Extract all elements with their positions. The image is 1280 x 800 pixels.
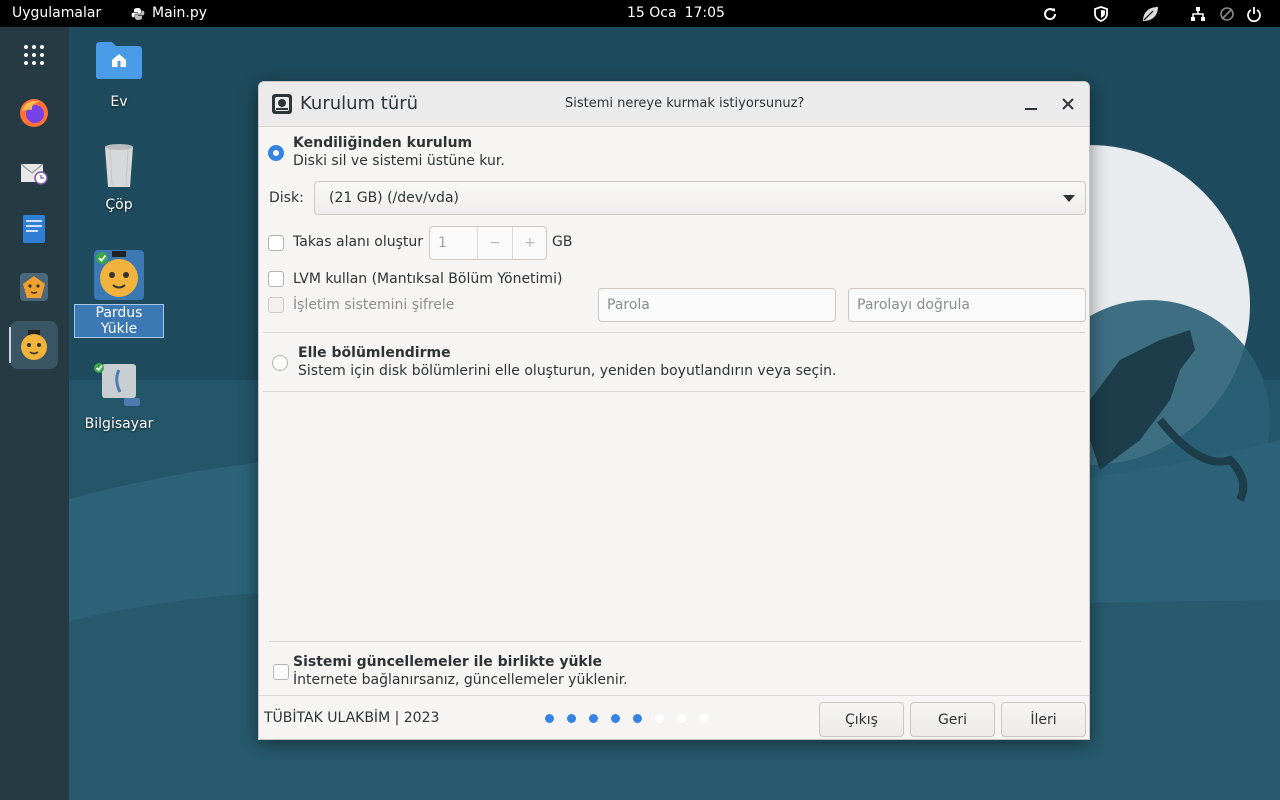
computer-icon bbox=[94, 362, 144, 412]
disk-dropdown-value: (21 GB) (/dev/vda) bbox=[329, 190, 459, 206]
python-icon bbox=[131, 7, 145, 20]
disk-label: Disk: bbox=[269, 190, 304, 206]
network-icon[interactable] bbox=[1189, 5, 1207, 23]
desktop-icon-computer[interactable]: Bilgisayar bbox=[74, 362, 164, 432]
firefox-icon[interactable] bbox=[10, 89, 58, 137]
section-divider bbox=[263, 391, 1085, 392]
lion-app-icon[interactable] bbox=[10, 263, 58, 311]
section-divider bbox=[269, 641, 1081, 642]
home-folder-icon bbox=[94, 40, 144, 90]
dock bbox=[0, 27, 69, 800]
swap-size-value: 1 bbox=[438, 235, 447, 251]
clock[interactable]: 15 Oca 17:05 bbox=[627, 0, 725, 27]
section-divider bbox=[263, 332, 1085, 333]
install-updates-option[interactable]: Sistemi güncellemeler ile birlikte yükle… bbox=[293, 654, 628, 688]
text-editor-icon[interactable] bbox=[10, 205, 58, 253]
install-updates-checkbox[interactable] bbox=[273, 664, 289, 680]
encrypt-label: İşletim sistemini şifrele bbox=[293, 297, 455, 313]
lvm-label: LVM kullan (Mantıksal Bölüm Yönetimi) bbox=[293, 271, 563, 287]
swap-size-stepper[interactable]: 1 − + bbox=[429, 226, 547, 260]
volume-muted-icon[interactable] bbox=[1218, 5, 1236, 23]
installation-type-dialog: Kurulum türü Sistemi nereye kurmak istiy… bbox=[258, 81, 1090, 740]
minimize-button[interactable] bbox=[1019, 92, 1043, 116]
plus-icon: + bbox=[524, 235, 536, 251]
progress-dot-done bbox=[567, 714, 576, 723]
password-field[interactable] bbox=[598, 288, 836, 322]
swap-checkbox[interactable] bbox=[268, 235, 284, 251]
manual-partition-radio[interactable] bbox=[272, 355, 288, 371]
minus-icon: − bbox=[489, 235, 501, 251]
swap-label: Takas alanı oluştur bbox=[293, 234, 423, 250]
next-button[interactable]: İleri bbox=[1001, 702, 1086, 737]
swap-decrease-button[interactable]: − bbox=[477, 227, 512, 259]
active-app-label: Main.py bbox=[152, 5, 208, 21]
leaf-icon[interactable] bbox=[1141, 5, 1159, 23]
progress-dot-pending bbox=[677, 714, 686, 723]
mail-clock-icon[interactable] bbox=[10, 147, 58, 195]
dialog-subtitle: Sistemi nereye kurmak istiyorsunuz? bbox=[565, 96, 805, 111]
dialog-title: Kurulum türü bbox=[300, 93, 419, 114]
desktop-icon-trash[interactable]: Çöp bbox=[74, 143, 164, 213]
encrypt-checkbox[interactable] bbox=[268, 297, 284, 313]
pardus-installer-icon bbox=[94, 250, 144, 300]
desktop-icon-label: Ev bbox=[110, 94, 128, 110]
minimize-icon bbox=[1025, 108, 1037, 110]
auto-install-description: Diski sil ve sistemi üstüne kur. bbox=[293, 153, 505, 169]
desktop-icon-label: Pardus Yükle bbox=[74, 304, 164, 338]
progress-dot-done bbox=[611, 714, 620, 723]
trash-icon bbox=[94, 143, 144, 193]
install-updates-description: İnternete bağlanırsanız, güncellemeler y… bbox=[293, 672, 628, 688]
footer-divider bbox=[259, 695, 1089, 696]
progress-dot-pending bbox=[699, 714, 708, 723]
applications-menu[interactable]: Uygulamalar bbox=[12, 0, 101, 27]
progress-dot-pending bbox=[655, 714, 664, 723]
install-updates-title: Sistemi güncellemeler ile birlikte yükle bbox=[293, 654, 603, 670]
desktop-icon-home[interactable]: Ev bbox=[74, 40, 164, 110]
footer-credit: TÜBİTAK ULAKBİM | 2023 bbox=[264, 710, 440, 726]
clock-date: 15 Oca bbox=[627, 5, 677, 21]
manual-partition-description: Sistem için disk bölümlerini elle oluştu… bbox=[298, 363, 837, 379]
manual-partition-title: Elle bölümlendirme bbox=[298, 345, 451, 361]
progress-dot-done bbox=[633, 714, 642, 723]
desktop-icon-pardus-installer[interactable]: Pardus Yükle bbox=[74, 250, 164, 338]
swap-increase-button[interactable]: + bbox=[512, 227, 547, 259]
desktop-icon-label: Çöp bbox=[105, 197, 133, 213]
auto-install-title: Kendiliğinden kurulum bbox=[293, 135, 473, 151]
auto-install-option[interactable]: Kendiliğinden kurulum Diski sil ve siste… bbox=[293, 135, 505, 169]
back-button[interactable]: Geri bbox=[910, 702, 995, 737]
auto-install-radio[interactable] bbox=[268, 145, 284, 161]
close-button[interactable] bbox=[1056, 92, 1080, 116]
quit-button[interactable]: Çıkış bbox=[819, 702, 904, 737]
clock-time: 17:05 bbox=[684, 5, 725, 21]
close-icon bbox=[1062, 98, 1074, 110]
dialog-titlebar[interactable]: Kurulum türü Sistemi nereye kurmak istiy… bbox=[259, 82, 1089, 127]
disk-icon bbox=[272, 94, 292, 114]
shield-icon[interactable] bbox=[1092, 5, 1110, 23]
pardus-installer-icon[interactable] bbox=[9, 321, 58, 369]
refresh-icon[interactable] bbox=[1041, 5, 1059, 23]
disk-dropdown[interactable]: (21 GB) (/dev/vda) bbox=[314, 181, 1086, 215]
power-icon[interactable] bbox=[1245, 5, 1263, 23]
app-grid-icon[interactable] bbox=[10, 31, 58, 79]
swap-unit: GB bbox=[552, 234, 573, 250]
top-bar: Uygulamalar Main.py 15 Oca 17:05 bbox=[0, 0, 1280, 27]
lvm-checkbox[interactable] bbox=[268, 271, 284, 287]
progress-dot-done bbox=[545, 714, 554, 723]
active-app-menu[interactable]: Main.py bbox=[131, 0, 207, 27]
password-confirm-field[interactable] bbox=[848, 288, 1086, 322]
desktop-icon-label: Bilgisayar bbox=[84, 416, 154, 432]
chevron-down-icon bbox=[1063, 195, 1075, 202]
progress-dot-done bbox=[589, 714, 598, 723]
manual-partition-option[interactable]: Elle bölümlendirme Sistem için disk bölü… bbox=[298, 345, 836, 379]
